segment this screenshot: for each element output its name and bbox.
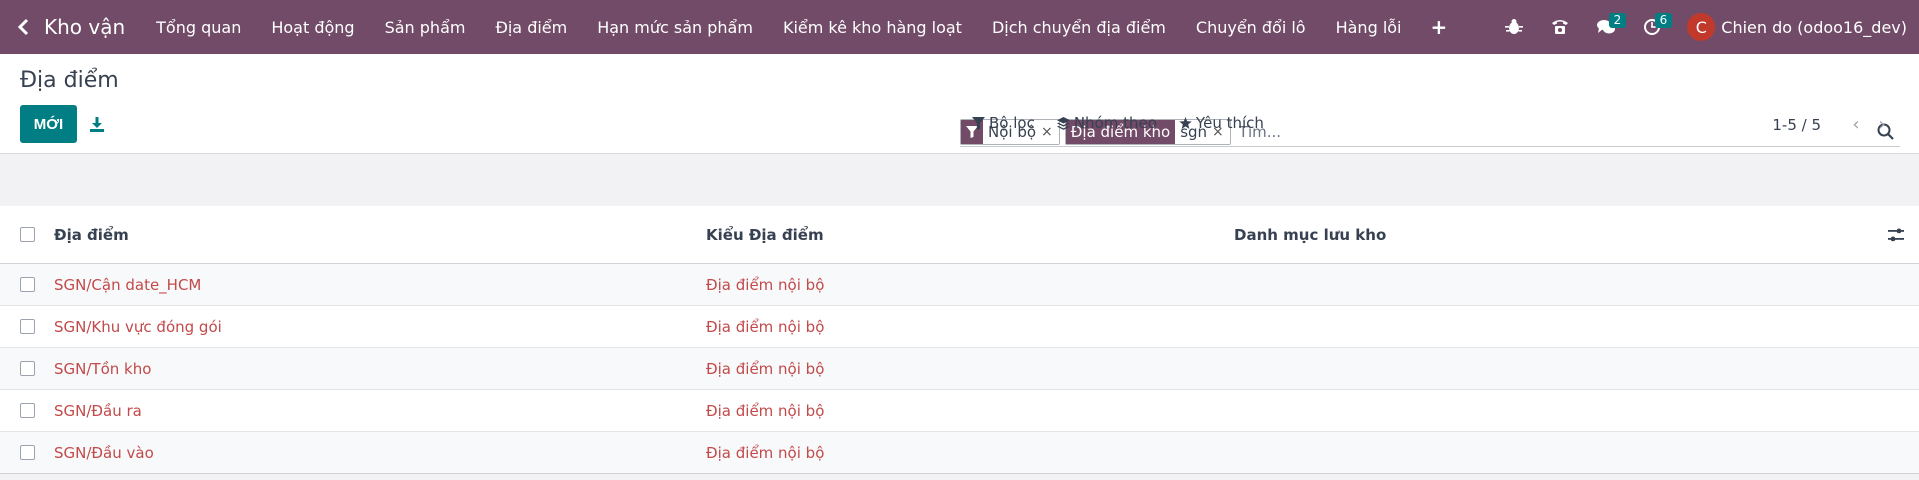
debug-bug-icon[interactable] [1491, 0, 1537, 54]
pager: 1-5 / 5 ‹ › [1772, 114, 1895, 135]
list-view: Địa điểm Kiểu Địa điểm Danh mục lưu kho … [0, 206, 1919, 474]
new-button[interactable]: MỚI [20, 105, 77, 143]
phone-icon[interactable] [1537, 0, 1583, 54]
column-header-storage-category[interactable]: Danh mục lưu kho [1234, 226, 1873, 244]
user-menu[interactable]: C Chien do (odoo16_dev) [1687, 13, 1907, 41]
column-header-location-type[interactable]: Kiểu Địa điểm [706, 226, 1234, 244]
control-panel: Địa điểm MỚI Nội bộ × Địa điểm kho sgn × [0, 54, 1919, 154]
messages-count-badge: 2 [1608, 13, 1627, 28]
select-all-checkbox[interactable] [0, 227, 54, 242]
favorites-button[interactable]: Yêu thích [1179, 114, 1264, 132]
add-menu-plus-icon[interactable]: + [1417, 15, 1462, 39]
download-icon[interactable] [87, 105, 107, 143]
pager-previous-icon[interactable]: ‹ [1843, 114, 1869, 135]
filters-button[interactable]: Bộ lọc [972, 114, 1035, 132]
menu-item-product-limits[interactable]: Hạn mức sản phẩm [582, 18, 768, 37]
location-name: SGN/Cận date_HCM [54, 275, 202, 294]
column-header-location[interactable]: Địa điểm [54, 226, 706, 244]
back-chevron-icon[interactable] [4, 18, 44, 36]
search-options: Bộ lọc Nhóm theo Yêu thích [972, 114, 1286, 132]
activity-clock-icon[interactable]: 6 [1629, 0, 1675, 54]
filters-label: Bộ lọc [989, 114, 1035, 132]
row-checkbox[interactable] [0, 277, 54, 292]
pager-value[interactable]: 1-5 / 5 [1772, 116, 1821, 134]
user-name: Chien do (odoo16_dev) [1721, 17, 1907, 37]
menu-item-products[interactable]: Sản phẩm [370, 18, 481, 37]
group-by-label: Nhóm theo [1073, 114, 1157, 132]
table-row[interactable]: SGN/Cận date_HCM Địa điểm nội bộ [0, 264, 1919, 306]
location-type: Địa điểm nội bộ [706, 401, 825, 420]
table-row[interactable]: SGN/Tồn kho Địa điểm nội bộ [0, 348, 1919, 390]
table-row[interactable]: SGN/Khu vực đóng gói Địa điểm nội bộ [0, 306, 1919, 348]
menu-item-defective-goods[interactable]: Hàng lỗi [1321, 18, 1417, 37]
location-type: Địa điểm nội bộ [706, 443, 825, 462]
menu-item-lot-conversion[interactable]: Chuyển đổi lô [1181, 18, 1321, 37]
row-checkbox[interactable] [0, 361, 54, 376]
menu-item-overview[interactable]: Tổng quan [141, 18, 256, 37]
location-name: SGN/Tồn kho [54, 359, 152, 378]
row-checkbox[interactable] [0, 403, 54, 418]
avatar: C [1687, 13, 1716, 41]
menu-item-operations[interactable]: Hoạt động [256, 18, 369, 37]
systray: 2 6 C Chien do (odoo16_dev) [1491, 0, 1919, 54]
location-name: SGN/Đầu ra [54, 401, 142, 420]
location-type: Địa điểm nội bộ [706, 359, 825, 378]
table-body: SGN/Cận date_HCM Địa điểm nội bộ SGN/Khu… [0, 264, 1919, 474]
table-row[interactable]: SGN/Đầu ra Địa điểm nội bộ [0, 390, 1919, 432]
location-name: SGN/Khu vực đóng gói [54, 317, 222, 336]
table-row[interactable]: SGN/Đầu vào Địa điểm nội bộ [0, 432, 1919, 474]
menu-item-locations[interactable]: Địa điểm [480, 18, 582, 37]
activities-count-badge: 6 [1654, 13, 1673, 28]
app-name[interactable]: Kho vận [44, 15, 125, 39]
location-type: Địa điểm nội bộ [706, 317, 825, 336]
top-navbar: Kho vận Tổng quan Hoạt động Sản phẩm Địa… [0, 0, 1919, 54]
location-type: Địa điểm nội bộ [706, 275, 825, 294]
main-menu: Tổng quan Hoạt động Sản phẩm Địa điểm Hạ… [141, 15, 1461, 39]
location-name: SGN/Đầu vào [54, 443, 154, 462]
menu-item-bulk-inventory[interactable]: Kiểm kê kho hàng loạt [768, 18, 977, 37]
page-title: Địa điểm [20, 68, 119, 93]
row-checkbox[interactable] [0, 319, 54, 334]
table-header: Địa điểm Kiểu Địa điểm Danh mục lưu kho [0, 206, 1919, 264]
optional-columns-icon[interactable] [1873, 226, 1919, 244]
group-by-button[interactable]: Nhóm theo [1056, 114, 1157, 132]
messages-chat-icon[interactable]: 2 [1583, 0, 1629, 54]
row-checkbox[interactable] [0, 445, 54, 460]
favorites-label: Yêu thích [1195, 114, 1264, 132]
pager-next-icon[interactable]: › [1869, 114, 1895, 135]
menu-item-location-moves[interactable]: Dịch chuyển địa điểm [977, 18, 1181, 37]
